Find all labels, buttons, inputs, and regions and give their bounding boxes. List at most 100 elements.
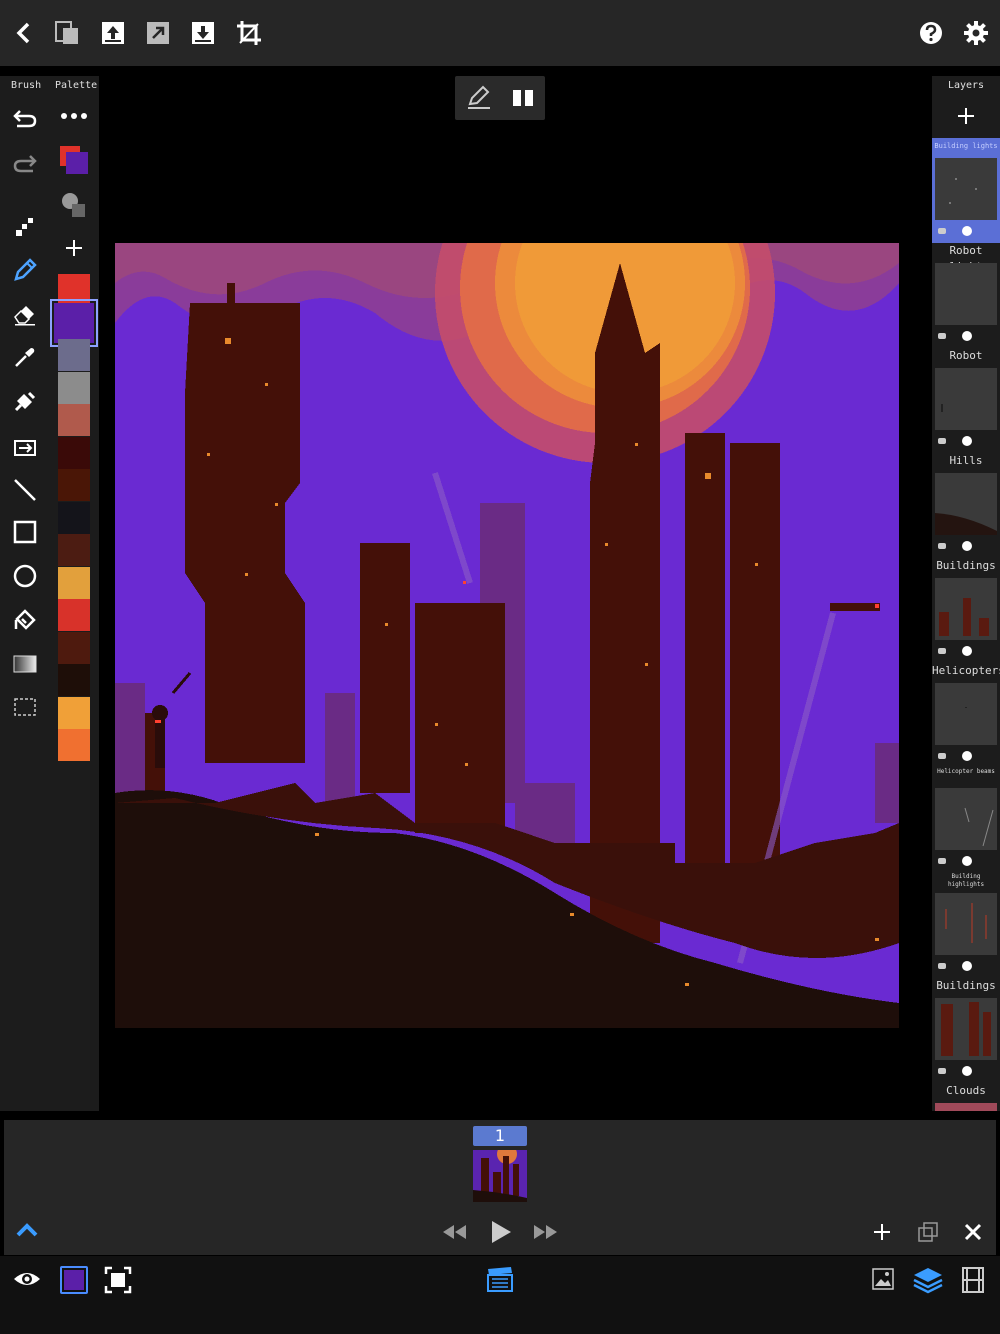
layer-item[interactable]: Buildings [932,978,1000,1083]
layer-visibility-icon[interactable] [962,226,972,236]
download-button[interactable] [182,12,224,54]
palette-swatch[interactable] [58,534,90,566]
gradient-icon [13,655,37,673]
layer-lock-icon[interactable] [938,438,946,444]
palette-swatch[interactable] [58,566,90,599]
expand-timeline-button[interactable] [14,1220,40,1240]
drawing-canvas[interactable] [115,243,899,1028]
layer-lock-icon[interactable] [938,333,946,339]
line-tool[interactable] [4,471,46,509]
draw-mode-button[interactable] [465,84,493,112]
layers-toggle-button[interactable] [912,1264,944,1296]
reference-image-button[interactable] [870,1266,896,1292]
settings-button[interactable] [955,12,997,54]
pause-button[interactable] [509,84,537,112]
layer-visibility-icon[interactable] [962,1066,972,1076]
palette-swatch[interactable] [58,729,90,761]
layer-item[interactable]: Robot light [932,243,1000,348]
pencil-tool[interactable] [4,251,46,289]
palette-swatch[interactable] [58,631,90,664]
fast-forward-button[interactable] [530,1220,560,1244]
layer-item[interactable]: Helicopter beams [932,768,1000,873]
upload-button[interactable] [92,12,134,54]
palette-swatch[interactable] [58,274,90,306]
undo-button[interactable] [4,100,46,138]
layer-visibility-icon[interactable] [962,856,972,866]
palette-swatch[interactable] [58,501,90,534]
frame-preview-image [473,1150,527,1202]
palette-swatch[interactable] [58,436,90,469]
layer-visibility-icon[interactable] [962,646,972,656]
add-frame-button[interactable] [870,1220,894,1244]
layer-item[interactable]: Building lights [932,138,1000,243]
add-layer-button[interactable] [954,104,978,128]
import-button[interactable] [46,12,88,54]
layer-lock-icon[interactable] [938,648,946,654]
duplicate-frame-button[interactable] [916,1220,940,1244]
palette-swatch[interactable] [58,371,90,404]
pencil-line-icon [468,85,490,109]
frame-thumbnail[interactable] [473,1150,527,1202]
palette-swatch[interactable] [58,404,90,436]
pixel-size-tool[interactable] [4,208,46,246]
add-swatch-button[interactable] [62,236,86,260]
layer-item[interactable]: Robot [932,348,1000,453]
paint-bucket-icon [14,609,36,630]
delete-frame-button[interactable] [961,1220,985,1244]
layer-visibility-icon[interactable] [962,331,972,341]
color-picker-button[interactable] [58,144,90,176]
back-button[interactable] [2,12,44,54]
layer-lock-icon[interactable] [938,753,946,759]
layer-visibility-icon[interactable] [962,436,972,446]
layer-thumbnail [935,473,997,535]
ellipse-tool[interactable] [4,557,46,595]
animation-mode-button[interactable] [485,1264,515,1294]
palette-menu-button[interactable] [54,106,94,126]
layer-lock-icon[interactable] [938,1068,946,1074]
blend-colors-button[interactable] [60,192,88,218]
layer-lock-icon[interactable] [938,858,946,864]
layer-lock-icon[interactable] [938,228,946,234]
layer-thumbnail [935,368,997,430]
current-color-button[interactable] [60,1266,88,1294]
layer-thumbnail [935,998,997,1060]
layer-item[interactable]: Building highlights [932,873,1000,978]
palette-swatch[interactable] [58,599,90,631]
eyedropper-tool[interactable] [4,338,46,376]
eraser-tool[interactable] [4,295,46,333]
layer-item[interactable]: Hills [932,453,1000,558]
help-button[interactable] [910,12,952,54]
layer-item[interactable]: Helicopters [932,663,1000,768]
selection-tool[interactable] [4,688,46,726]
layer-visibility-icon[interactable] [962,541,972,551]
fit-screen-button[interactable] [104,1266,132,1294]
plus-icon [874,1224,890,1240]
shape-fill-tool[interactable] [4,601,46,639]
rectangle-tool[interactable] [4,513,46,551]
fill-tool[interactable] [4,382,46,420]
palette-swatch[interactable] [50,298,98,347]
preview-toggle-button[interactable] [12,1266,42,1292]
share-button[interactable] [137,12,179,54]
gradient-tool[interactable] [4,645,46,683]
move-tool[interactable] [4,429,46,467]
filmstrip-button[interactable] [960,1266,986,1294]
redo-button[interactable] [4,145,46,183]
share-icon [147,22,169,44]
layer-visibility-icon[interactable] [962,961,972,971]
layer-name: Helicopters [932,664,1000,677]
layer-lock-icon[interactable] [938,543,946,549]
palette-swatch[interactable] [58,469,90,501]
rewind-button[interactable] [440,1220,470,1244]
crop-button[interactable] [228,12,270,54]
palette-swatch[interactable] [58,696,90,729]
palette-swatch[interactable] [58,664,90,696]
play-button[interactable] [488,1218,514,1246]
layer-item[interactable]: Buildings [932,558,1000,663]
palette-swatch[interactable] [58,339,90,371]
layer-item[interactable]: Clouds [932,1083,1000,1111]
layer-lock-icon[interactable] [938,963,946,969]
blend-icon [62,193,85,217]
layer-visibility-icon[interactable] [962,751,972,761]
layer-thumbnail [935,1103,997,1111]
